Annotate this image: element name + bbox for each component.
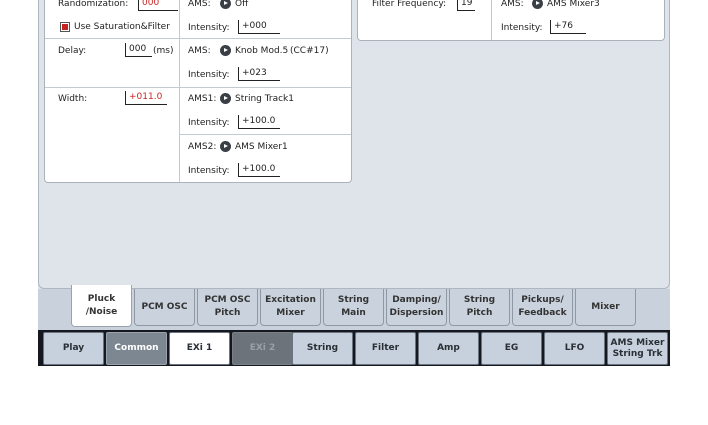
tab-string-main[interactable]: String Main <box>323 289 384 326</box>
row-separator <box>45 38 351 39</box>
delay-ams-cc: (CC#17) <box>290 46 329 56</box>
filter-frequency-value[interactable]: 19 <box>457 0 475 11</box>
delay-intensity-value[interactable]: +023 <box>238 67 280 81</box>
delay-value[interactable]: 000 <box>125 43 152 57</box>
screen: Randomization: 000 Use Saturation&Filter… <box>38 0 670 366</box>
page-amp-button[interactable]: Amp <box>418 332 479 365</box>
page-string-button[interactable]: String <box>292 332 353 365</box>
page-exi1-button[interactable]: EXi 1 <box>169 332 230 365</box>
width-ams2-intensity-value[interactable]: +100.0 <box>238 163 280 177</box>
width-ams1-source[interactable]: String Track1 <box>235 94 294 104</box>
width-ams2-label: AMS2: <box>188 142 217 152</box>
page-filter-button[interactable]: Filter <box>355 332 416 365</box>
tab-pickups-feedback[interactable]: Pickups/ Feedback <box>512 289 573 326</box>
randomization-ams-label: AMS: <box>188 0 211 9</box>
use-saturation-label: Use Saturation&Filter <box>74 22 170 32</box>
filter-ams-arrow-icon[interactable] <box>532 0 543 9</box>
delay-ams-label: AMS: <box>188 46 211 56</box>
width-ams1-label: AMS1: <box>188 94 217 104</box>
randomization-ams-source[interactable]: Off <box>235 0 248 9</box>
delay-ams-source[interactable]: Knob Mod.5 <box>235 46 288 56</box>
tab-mixer[interactable]: Mixer <box>575 289 636 326</box>
randomization-ams-arrow-icon[interactable] <box>220 0 231 9</box>
tab-pluck-noise[interactable]: Pluck /Noise <box>71 285 132 327</box>
filter-ams-label: AMS: <box>501 0 524 9</box>
filter-intensity-label: Intensity: <box>501 23 543 33</box>
delay-ams-arrow-icon[interactable] <box>220 45 231 56</box>
width-label: Width: <box>58 94 88 104</box>
width-value[interactable]: +011.0 <box>125 91 167 105</box>
width-ams1-intensity-value[interactable]: +100.0 <box>238 115 280 129</box>
tab-string-pitch[interactable]: String Pitch <box>449 289 510 326</box>
randomization-intensity-value[interactable]: +000 <box>238 20 280 34</box>
page-exi2-button: EXi 2 <box>232 332 293 365</box>
width-ams2-intensity-label: Intensity: <box>188 166 230 176</box>
filter-ams-source[interactable]: AMS Mixer3 <box>547 0 600 9</box>
randomization-intensity-label: Intensity: <box>188 23 230 33</box>
randomization-value[interactable]: 000 <box>138 0 178 11</box>
randomization-label: Randomization: <box>58 0 129 9</box>
filter-panel: Filter Frequency: 19 AMS: AMS Mixer3 Int… <box>357 0 665 41</box>
width-ams2-source[interactable]: AMS Mixer1 <box>235 142 288 152</box>
page-play-button[interactable]: Play <box>43 332 104 365</box>
page-lfo-button[interactable]: LFO <box>544 332 605 365</box>
width-ams1-arrow-icon[interactable] <box>220 93 231 104</box>
delay-label: Delay: <box>58 46 87 56</box>
page-eg-button[interactable]: EG <box>481 332 542 365</box>
pluck-noise-panel: Randomization: 000 Use Saturation&Filter… <box>44 0 352 183</box>
page-ams-mixer-string-trk-button[interactable]: AMS Mixer String Trk <box>607 332 668 365</box>
page-common-button[interactable]: Common <box>106 332 167 365</box>
panel-divider <box>491 0 492 40</box>
width-ams2-arrow-icon[interactable] <box>220 141 231 152</box>
row-separator <box>45 87 351 88</box>
tab-damping-dispersion[interactable]: Damping/ Dispersion <box>386 289 447 326</box>
tab-strip: Pluck /Noise PCM OSC PCM OSC Pitch Excit… <box>38 285 670 330</box>
row-separator <box>179 134 351 135</box>
filter-intensity-value[interactable]: +76 <box>550 20 586 34</box>
tab-excitation-mixer[interactable]: Excitation Mixer <box>260 289 321 326</box>
delay-unit: (ms) <box>153 46 174 56</box>
filter-frequency-label: Filter Frequency: <box>372 0 447 9</box>
delay-intensity-label: Intensity: <box>188 70 230 80</box>
page-bar: Play Common EXi 1 EXi 2 String Filter Am… <box>38 330 670 366</box>
tab-pcm-osc[interactable]: PCM OSC <box>134 289 195 326</box>
tab-pcm-osc-pitch[interactable]: PCM OSC Pitch <box>197 289 258 326</box>
edit-area: Randomization: 000 Use Saturation&Filter… <box>38 0 670 289</box>
width-ams1-intensity-label: Intensity: <box>188 118 230 128</box>
panel-divider <box>179 0 180 182</box>
use-saturation-checkbox[interactable] <box>60 22 70 32</box>
